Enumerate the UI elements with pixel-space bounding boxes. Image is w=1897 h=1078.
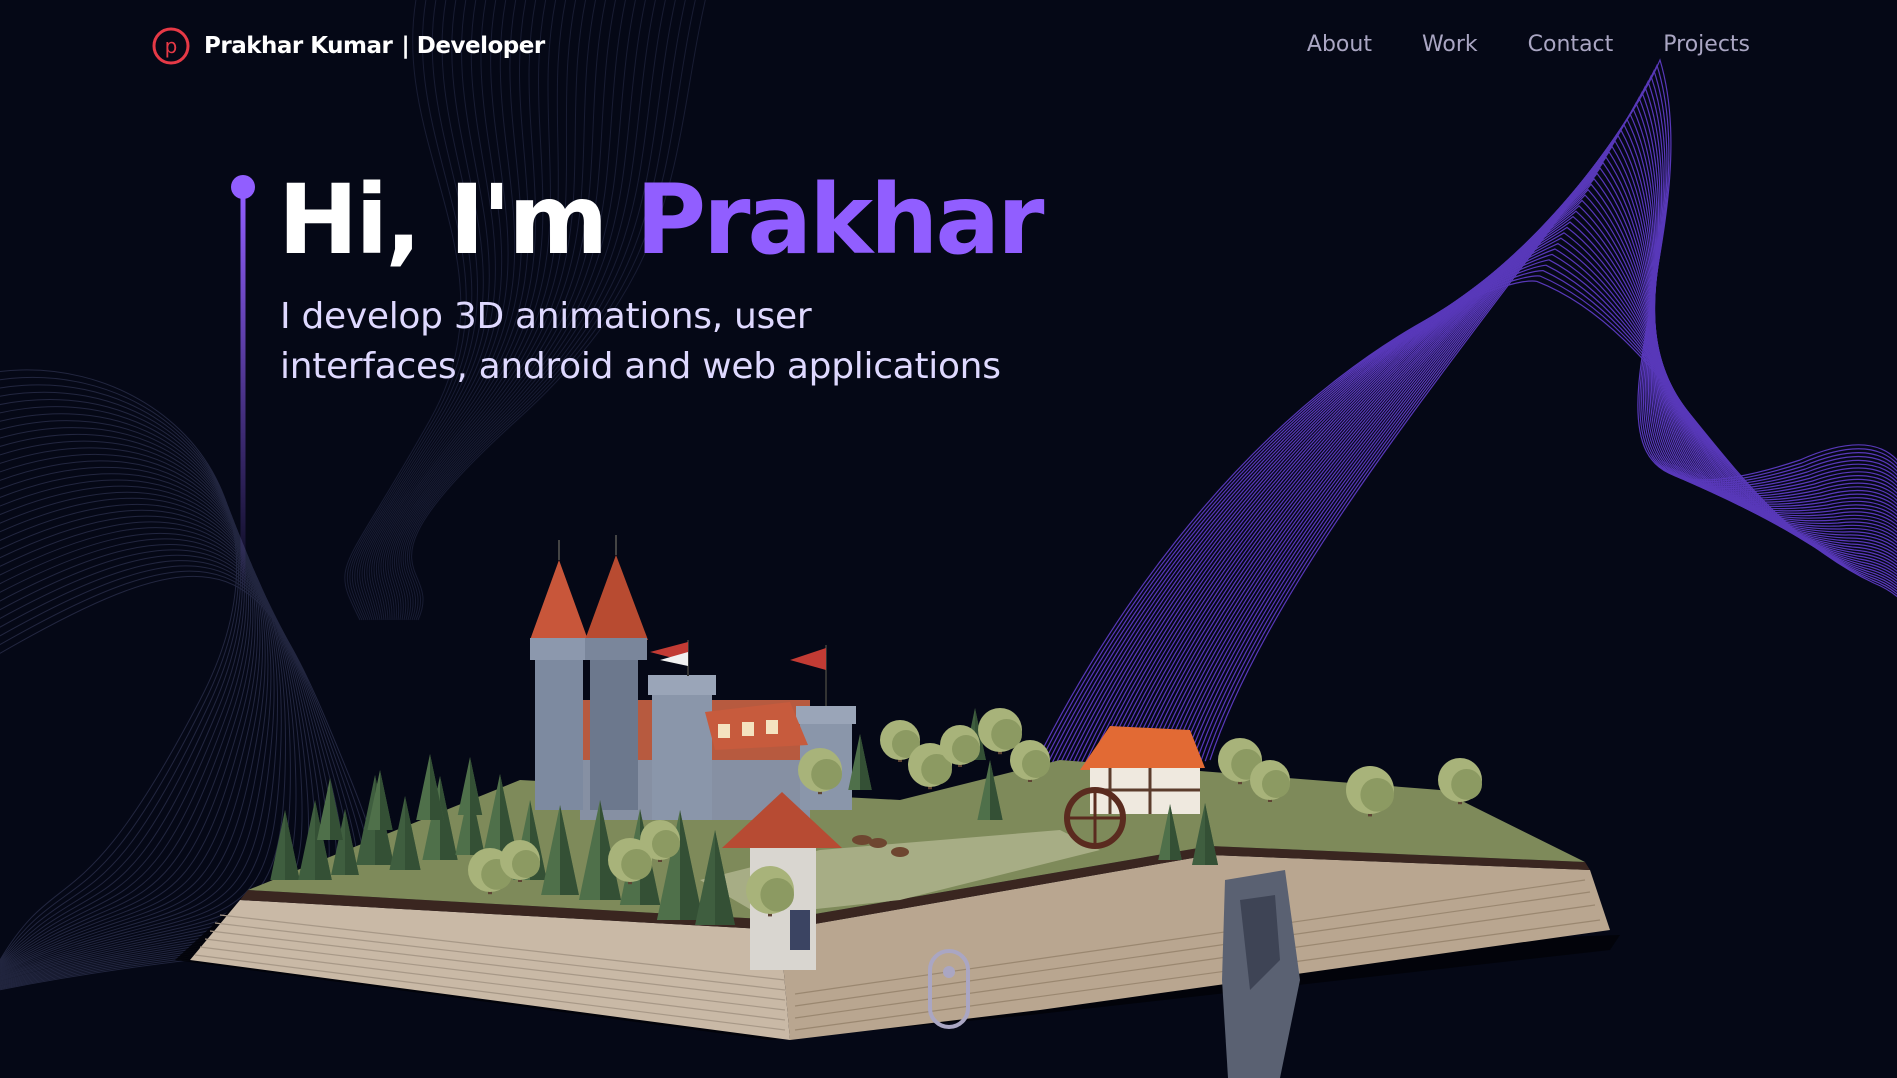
page: p Prakhar Kumar | Developer About Work Co…: [0, 0, 1897, 1078]
mouse-scroll-icon[interactable]: [927, 948, 971, 1030]
3d-book-castle-scene[interactable]: [0, 0, 1897, 1078]
